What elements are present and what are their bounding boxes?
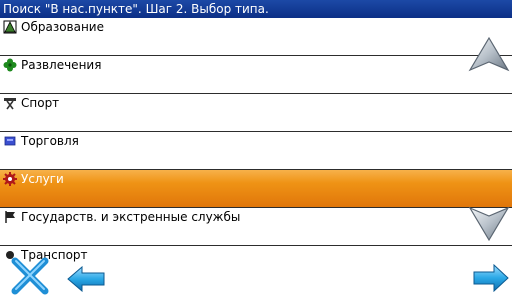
list-item-entertainment[interactable]: Развлечения [0, 56, 512, 94]
sport-icon [4, 98, 16, 110]
chevron-down-icon [468, 206, 510, 242]
scroll-down-button[interactable] [468, 206, 510, 242]
list-item-label: Образование [21, 20, 104, 34]
list-item-label: Государств. и экстренные службы [21, 210, 241, 224]
flag-icon [5, 211, 15, 223]
list-item-label: Спорт [21, 96, 60, 110]
list-item-label: Развлечения [21, 58, 102, 72]
list-item-label: Услуги [21, 172, 64, 186]
arrow-right-icon [473, 264, 509, 292]
list-item-sport[interactable]: Спорт [0, 94, 512, 132]
close-button[interactable] [10, 256, 50, 296]
list-item-trade[interactable]: Торговля [0, 132, 512, 170]
chevron-up-icon [468, 36, 510, 72]
school-icon [3, 20, 17, 34]
entertainment-icon [3, 58, 17, 72]
list-item-education[interactable]: Образование [0, 18, 512, 56]
arrow-left-icon [67, 266, 105, 292]
close-icon [11, 257, 49, 295]
next-button[interactable] [472, 264, 510, 292]
scroll-up-button[interactable] [468, 36, 510, 72]
back-button[interactable] [66, 266, 106, 292]
category-list: Образование Развлечения Спорт Торговля У… [0, 18, 512, 299]
services-icon [3, 172, 17, 186]
list-item-government[interactable]: Государств. и экстренные службы [0, 208, 512, 246]
shop-icon [4, 136, 16, 146]
window-title: Поиск "В нас.пункте". Шаг 2. Выбор типа. [0, 0, 512, 18]
list-item-services[interactable]: Услуги [0, 170, 512, 208]
list-item-label: Торговля [21, 134, 79, 148]
